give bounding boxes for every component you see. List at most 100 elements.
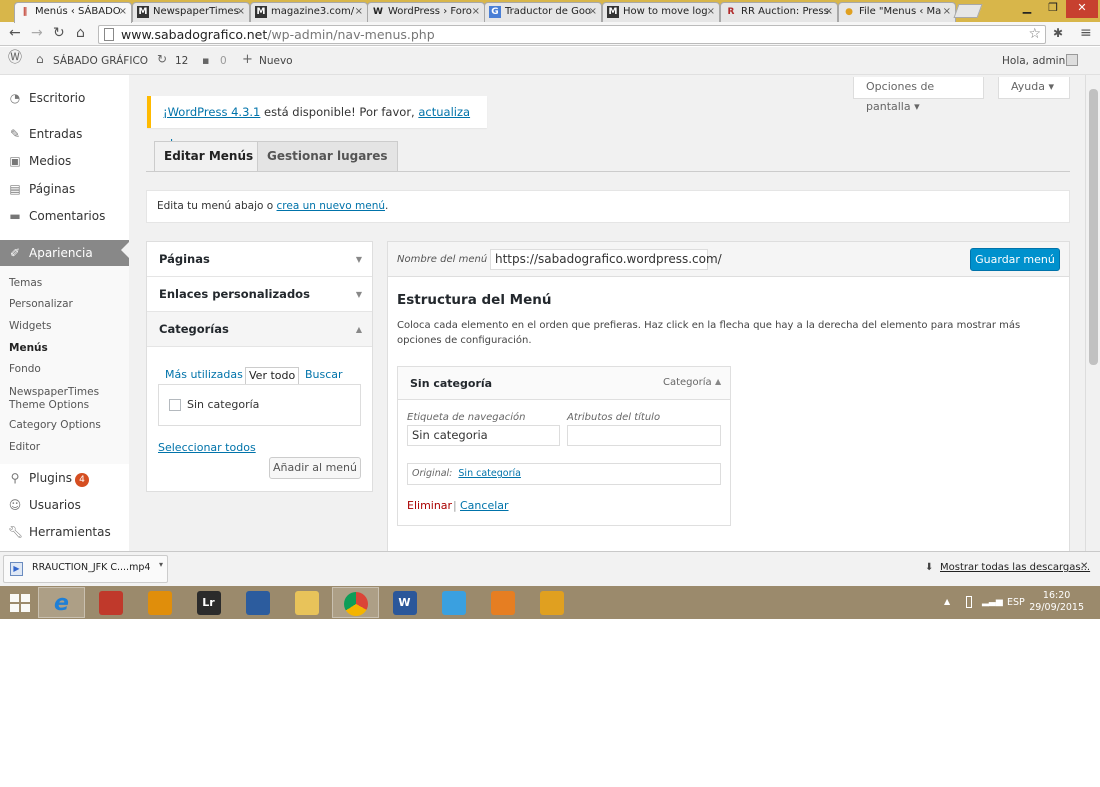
home-icon[interactable]: ⌂ xyxy=(76,25,85,42)
taskbar-app-button[interactable] xyxy=(234,587,281,618)
sidebar-item-herramientas[interactable]: 🔧︎ Herramientas xyxy=(0,522,129,542)
greeting-text[interactable]: Hola, admin xyxy=(1002,55,1065,68)
add-to-menu-button[interactable]: Añadir al menú xyxy=(269,457,361,479)
browser-tab[interactable]: ∥ Menús ‹ SÁBADO × xyxy=(14,2,132,23)
updates-count[interactable]: 12 xyxy=(175,55,188,68)
avatar[interactable] xyxy=(1066,54,1078,66)
category-checkbox[interactable] xyxy=(169,399,181,411)
select-all-link[interactable]: Seleccionar todos xyxy=(158,441,256,454)
chevron-down-icon[interactable]: ▾ xyxy=(159,560,163,569)
menu-name-input[interactable]: https://sabadografico.wordpress.com/ xyxy=(490,249,722,270)
show-all-downloads-link[interactable]: Mostrar todas las descargas... xyxy=(940,562,1090,573)
sidebar-item-comentarios[interactable]: ▬ Comentarios xyxy=(0,206,129,226)
title-attr-input[interactable] xyxy=(567,425,721,446)
scrollbar-thumb[interactable] xyxy=(1089,89,1098,365)
tab-view-all[interactable]: Ver todo xyxy=(245,367,300,385)
tab-search[interactable]: Buscar xyxy=(305,367,343,383)
create-new-menu-link[interactable]: crea un nuevo menú xyxy=(277,200,385,212)
bookmark-star-icon[interactable]: ☆ xyxy=(1028,26,1041,42)
cancel-link[interactable]: Cancelar xyxy=(460,499,509,512)
taskbar-app-button[interactable] xyxy=(430,587,477,618)
original-link[interactable]: Sin categoría xyxy=(458,468,521,479)
browser-tab[interactable]: M How to move log × xyxy=(602,2,720,22)
accordion-custom-links[interactable]: Enlaces personalizados ▼ xyxy=(147,277,372,312)
submenu-category-options[interactable]: Category Options xyxy=(9,419,101,432)
submenu-newspapertimes-options[interactable]: NewspaperTimes Theme Options xyxy=(9,386,119,412)
close-tab-icon[interactable]: × xyxy=(472,3,480,21)
nav-label-input[interactable]: Sin categoria xyxy=(407,425,560,446)
submenu-personalizar[interactable]: Personalizar xyxy=(9,298,73,311)
taskbar-app-button[interactable] xyxy=(479,587,526,618)
reload-icon[interactable]: ↻ xyxy=(53,25,65,42)
submenu-menus[interactable]: Menús xyxy=(9,342,48,355)
address-bar[interactable]: www.sabadografico.net/wp-admin/nav-menus… xyxy=(98,25,1046,44)
close-tab-icon[interactable]: × xyxy=(825,3,833,21)
close-tab-icon[interactable]: × xyxy=(707,3,715,21)
sidebar-item-plugins[interactable]: ⚲ Plugins 4 xyxy=(0,468,129,488)
close-window-icon[interactable]: ✕ xyxy=(1066,0,1098,18)
submenu-widgets[interactable]: Widgets xyxy=(9,320,51,333)
wordpress-version-link[interactable]: ¡WordPress 4.3.1 xyxy=(163,105,260,119)
screen-options-button[interactable]: Opciones de pantalla ▾ xyxy=(853,77,984,113)
submenu-editor[interactable]: Editor xyxy=(9,441,40,454)
taskbar-app-button[interactable] xyxy=(283,587,330,618)
minimize-icon[interactable]: ▁ xyxy=(1014,0,1040,18)
site-name-link[interactable]: SÁBADO GRÁFICO xyxy=(53,55,148,68)
browser-tab[interactable]: G Traductor de Goo × xyxy=(484,2,602,22)
tab-manage-locations[interactable]: Gestionar lugares xyxy=(257,141,398,171)
updates-icon[interactable]: ↻ xyxy=(157,53,167,66)
signal-icon[interactable]: ▂▃▅ xyxy=(982,597,1003,607)
taskbar-app-button[interactable] xyxy=(332,587,379,618)
close-tab-icon[interactable]: × xyxy=(355,3,363,21)
url-text[interactable]: www.sabadografico.net/wp-admin/nav-menus… xyxy=(121,27,435,43)
close-tab-icon[interactable]: × xyxy=(943,3,951,21)
close-tab-icon[interactable]: × xyxy=(119,3,127,21)
menu-item-handle[interactable]: Sin categoría Categoría ▲ xyxy=(398,367,730,400)
save-menu-button[interactable]: Guardar menú xyxy=(970,248,1060,271)
tab-most-used[interactable]: Más utilizadas xyxy=(165,367,243,383)
new-content-link[interactable]: Nuevo xyxy=(259,55,293,68)
chevron-up-icon[interactable]: ▲ xyxy=(715,377,721,386)
page-scrollbar[interactable] xyxy=(1085,75,1100,551)
help-button[interactable]: Ayuda ▾ xyxy=(998,77,1070,99)
accordion-paginas[interactable]: Páginas ▼ xyxy=(147,242,372,277)
close-icon[interactable]: ✕ xyxy=(1080,561,1088,572)
language-indicator[interactable]: ESP xyxy=(1007,597,1025,608)
maximize-icon[interactable]: ❐ xyxy=(1040,0,1066,18)
sidebar-item-entradas[interactable]: ✎ Entradas xyxy=(0,124,129,144)
browser-tab[interactable]: R RR Auction: Press × xyxy=(720,2,838,22)
browser-tab[interactable]: ● File "Menus ‹ Ma × xyxy=(838,2,956,22)
sidebar-item-apariencia[interactable]: ✐ Apariencia xyxy=(0,240,129,266)
taskbar-app-button[interactable]: e xyxy=(38,587,85,618)
battery-icon[interactable] xyxy=(966,596,972,608)
sidebar-item-escritorio[interactable]: ◔ Escritorio xyxy=(0,88,129,108)
browser-tab[interactable]: Mmagazine3.com/× xyxy=(250,2,368,22)
taskbar-app-button[interactable] xyxy=(136,587,183,618)
submenu-fondo[interactable]: Fondo xyxy=(9,363,41,376)
extension-icon[interactable]: ✱ xyxy=(1053,25,1063,42)
tab-edit-menus[interactable]: Editar Menús xyxy=(154,141,264,172)
taskbar-app-button[interactable]: Lr xyxy=(185,587,232,618)
comments-count[interactable]: 0 xyxy=(220,55,227,68)
sidebar-item-paginas[interactable]: ▤ Páginas xyxy=(0,179,129,199)
new-tab-button[interactable] xyxy=(953,4,983,18)
close-tab-icon[interactable]: × xyxy=(237,3,245,21)
start-button[interactable] xyxy=(0,586,42,619)
download-item[interactable]: ▶ RRAUCTION_JFK C....mp4 ▾ xyxy=(3,555,168,583)
plus-icon[interactable]: + xyxy=(242,53,253,66)
clock[interactable]: 16:20 29/09/2015 xyxy=(1029,590,1084,614)
taskbar-app-button[interactable]: W xyxy=(381,587,428,618)
wordpress-logo-icon[interactable]: Ⓦ xyxy=(8,51,22,65)
taskbar-app-button[interactable] xyxy=(87,587,134,618)
forward-arrow-icon[interactable]: → xyxy=(31,25,43,42)
menu-hamburger-icon[interactable]: ≡ xyxy=(1080,25,1092,42)
accordion-categorias[interactable]: Categorías ▲ xyxy=(147,312,372,347)
tray-up-arrow-icon[interactable]: ▲ xyxy=(944,597,950,606)
back-arrow-icon[interactable]: ← xyxy=(9,25,21,42)
remove-link[interactable]: Eliminar xyxy=(407,499,452,512)
comment-icon[interactable]: ▪ xyxy=(202,54,209,67)
sidebar-item-medios[interactable]: ▣ Medios xyxy=(0,151,129,171)
close-tab-icon[interactable]: × xyxy=(589,3,597,21)
taskbar-app-button[interactable] xyxy=(528,587,575,618)
browser-tab[interactable]: W WordPress › Foro × xyxy=(367,2,485,22)
